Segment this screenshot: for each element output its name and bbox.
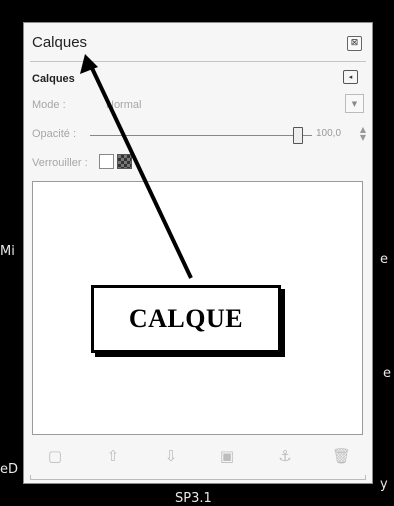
annotation-label: CALQUE [128,304,244,333]
annotation-arrow [80,54,193,279]
annotation-box: CALQUE [91,285,281,353]
